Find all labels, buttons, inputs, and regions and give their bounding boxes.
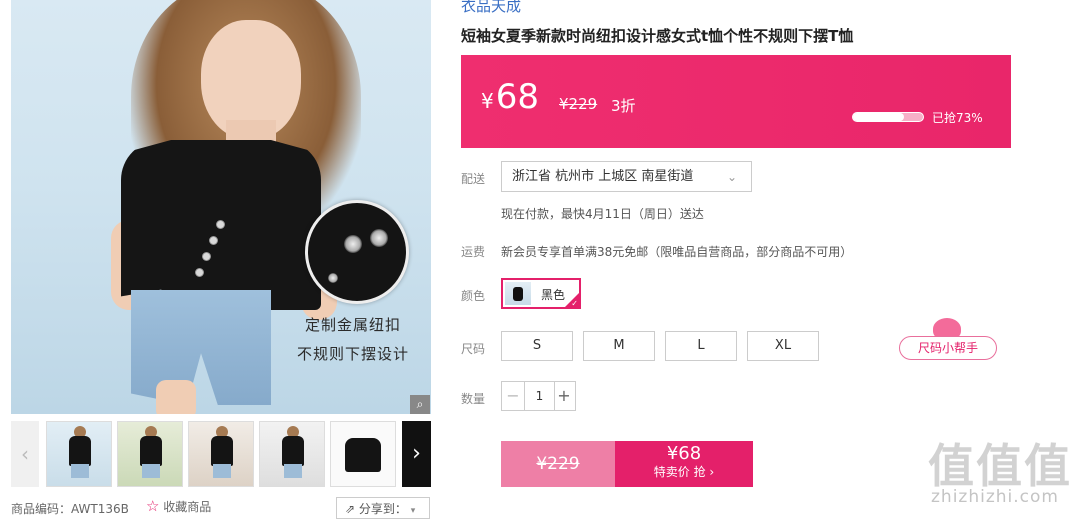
buy-original-price[interactable]: ¥229 — [501, 441, 615, 487]
minus-button[interactable]: − — [502, 382, 524, 410]
image-caption-2: 不规则下摆设计 — [297, 345, 410, 363]
brand-link[interactable]: 衣品天成 — [461, 0, 521, 16]
share-button[interactable]: ⇗ 分享到： ▾ — [336, 497, 430, 519]
buy-price: ¥68 — [666, 443, 702, 464]
color-option-label: 黑色 — [541, 288, 566, 302]
buy-label: 特卖价 抢 › — [653, 465, 715, 479]
favorite-label: 收藏商品 — [163, 500, 212, 514]
chevron-down-icon: ⌄ — [726, 170, 737, 184]
product-code: 商品编码：AWT136B — [11, 502, 129, 516]
thumbnail-3[interactable] — [188, 421, 254, 487]
image-caption-1: 定制金属纽扣 — [305, 316, 402, 334]
share-label: 分享到： — [358, 502, 407, 516]
price-banner: ¥68 ¥229 3折 已抢73% — [461, 55, 1011, 148]
shipping-info: 新会员专享首单满38元免邮（限唯品自营商品，部分商品不可用） — [501, 245, 853, 259]
delivery-eta: 现在付款，最快4月11日（周日）送达 — [501, 207, 704, 221]
thumbnail-2[interactable] — [117, 421, 183, 487]
current-price: ¥68 — [481, 77, 539, 117]
size-helper-label: 尺码小帮手 — [899, 336, 997, 360]
shipping-label: 运费 — [461, 245, 486, 259]
plus-button[interactable]: + — [553, 382, 575, 410]
chevron-down-icon: ▾ — [410, 506, 416, 516]
color-swatch — [505, 282, 531, 305]
color-option-black[interactable]: 黑色 ✓ — [501, 278, 581, 309]
product-title: 短袖女夏季新款时尚纽扣设计感女式t恤个性不规则下摆T恤 — [461, 27, 854, 45]
quantity-stepper: − 1 + — [501, 381, 576, 411]
size-option-xl[interactable]: XL — [747, 331, 819, 361]
quantity-input[interactable]: 1 — [524, 382, 555, 410]
chevron-left-icon[interactable]: ‹ — [11, 421, 39, 487]
thumbnail-1[interactable] — [46, 421, 112, 487]
size-option-s[interactable]: S — [501, 331, 573, 361]
sold-progress-text: 已抢73% — [932, 111, 983, 125]
size-option-l[interactable]: L — [665, 331, 737, 361]
favorite-button[interactable]: ☆ 收藏商品 — [146, 497, 211, 515]
size-label: 尺码 — [461, 342, 486, 356]
thumbnail-4[interactable] — [259, 421, 325, 487]
color-label: 颜色 — [461, 289, 486, 303]
magnifier-icon[interactable]: ⌕ — [410, 395, 430, 414]
star-icon: ☆ — [146, 497, 160, 515]
buy-now-button[interactable]: ¥68 特卖价 抢 › — [615, 441, 753, 487]
share-icon: ⇗ — [345, 502, 356, 516]
sold-progress-bar — [852, 112, 924, 122]
button-detail-closeup — [305, 200, 409, 304]
size-helper-button[interactable]: 尺码小帮手 — [899, 318, 997, 362]
chevron-right-icon[interactable]: › — [402, 421, 431, 487]
size-option-m[interactable]: M — [583, 331, 655, 361]
denim-shorts — [131, 290, 271, 405]
watermark-url: zhizhizhi.com — [931, 487, 1059, 507]
main-product-image[interactable]: 定制金属纽扣 不规则下摆设计 — [11, 0, 431, 414]
address-selector[interactable]: 浙江省 杭州市 上城区 南星街道 ⌄ — [501, 161, 752, 192]
quantity-label: 数量 — [461, 392, 486, 406]
discount-label: 3折 — [611, 97, 636, 115]
thumbnail-5[interactable] — [330, 421, 396, 487]
delivery-label: 配送 — [461, 172, 486, 186]
original-price: ¥229 — [559, 95, 598, 113]
address-value: 浙江省 杭州市 上城区 南星街道 — [512, 169, 694, 184]
